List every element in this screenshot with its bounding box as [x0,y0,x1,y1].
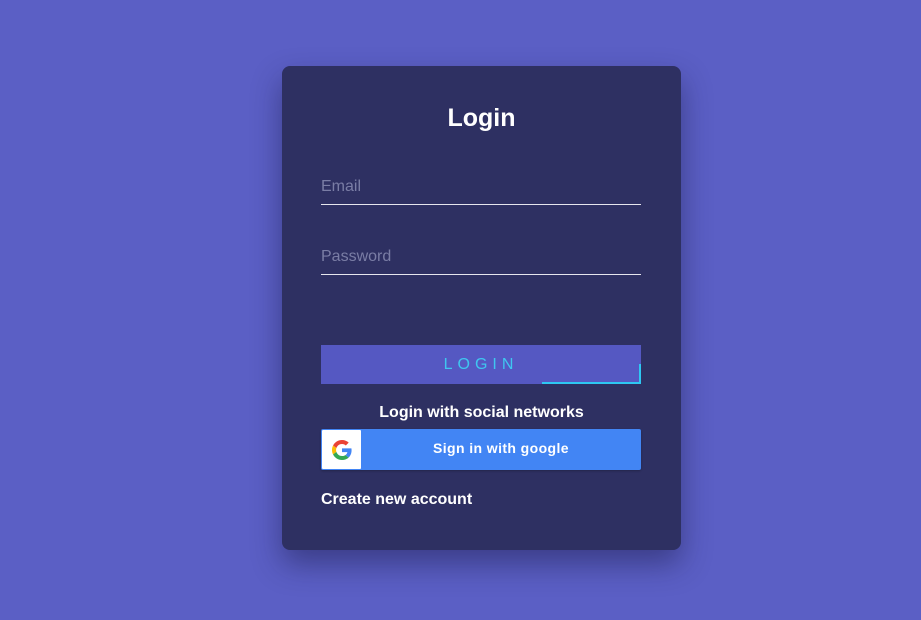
login-button[interactable]: LOGIN [321,345,641,384]
login-card: Login LOGIN Login with social networks S… [282,66,681,550]
password-field[interactable] [321,240,641,275]
google-icon-box [322,430,361,469]
login-button-accent-right [639,364,641,384]
google-sign-in-label: Sign in with google [433,440,569,456]
google-sign-in-button[interactable]: Sign in with google [321,429,641,470]
login-title: Login [447,104,516,132]
create-account-link[interactable]: Create new account [321,491,472,509]
login-button-label: LOGIN [443,355,519,373]
login-button-accent-bottom [542,382,641,384]
social-login-label: Login with social networks [379,404,584,421]
google-g-icon [331,439,352,460]
email-field[interactable] [321,170,641,205]
